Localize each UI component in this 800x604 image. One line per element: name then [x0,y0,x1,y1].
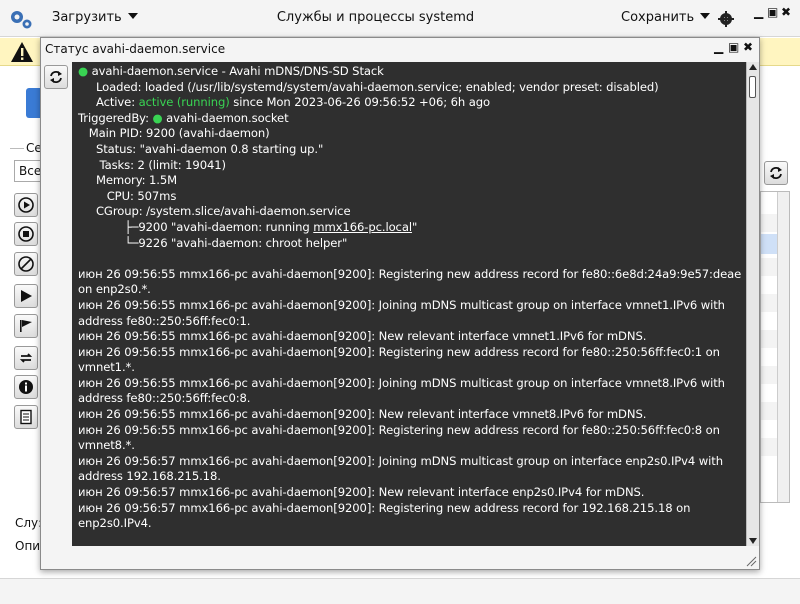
output-line: Status: "avahi-daemon 0.8 starting up." [78,142,746,158]
output-line: CPU: 507ms [78,189,746,205]
description-label: Опи [15,539,41,553]
output-segment: Main PID: 9200 (avahi-daemon) [78,126,270,141]
output-line: июн 26 09:56:57 mmx166-pc avahi-daemon[9… [78,454,746,485]
output-line: TriggeredBy: ● avahi-daemon.socket [78,111,746,127]
output-segment: CGroup: /system.slice/avahi-daemon.servi… [78,204,351,219]
output-line: CGroup: /system.slice/avahi-daemon.servi… [78,204,746,220]
output-segment: ● [78,64,92,78]
refresh-list-button[interactable] [764,161,788,185]
disable-button[interactable] [14,252,38,276]
output-segment: mmx166-pc.local [313,219,412,234]
output-segment: CPU: 507ms [78,188,177,203]
document-icon [20,409,32,425]
output-line: июн 26 09:56:55 mmx166-pc avahi-daemon[9… [78,267,746,298]
gear-icon[interactable] [716,10,736,28]
output-line: июн 26 09:56:57 mmx166-pc avahi-daemon[9… [78,485,746,501]
enable-button[interactable] [14,284,38,308]
output-line: Loaded: loaded (/usr/lib/systemd/system/… [78,80,746,96]
resize-grip-icon[interactable] [745,555,757,567]
info-button[interactable] [14,375,38,399]
output-line: ├─9200 "avahi-daemon: running mmx166-pc.… [78,220,746,236]
output-segment: active (running) [138,95,230,110]
status-dialog: Статус avahi-daemon.service ▁ ▣ ✖ ● avah… [40,37,760,570]
output-segment: avahi-daemon.socket [166,110,289,125]
output-segment: Active: [78,95,139,110]
disable-icon [18,256,34,272]
mask-button[interactable] [14,314,38,338]
dialog-title: Статус avahi-daemon.service [45,42,226,56]
scroll-down-icon[interactable] [749,538,757,544]
output-segment: июн 26 09:56:57 mmx166-pc avahi-daemon[9… [78,485,645,500]
flag-icon [20,320,32,332]
play-icon [21,290,32,302]
output-line: июн 26 09:56:55 mmx166-pc avahi-daemon[9… [78,407,746,423]
output-segment: июн 26 09:56:57 mmx166-pc avahi-daemon[9… [78,453,727,484]
restart-button[interactable] [14,346,38,370]
output-segment: июн 26 09:56:55 mmx166-pc avahi-daemon[9… [78,344,724,375]
service-label: Слу: [15,516,43,530]
output-line: Active: active (running) since Mon 2023-… [78,95,746,111]
output-segment: июн 26 09:56:55 mmx166-pc avahi-daemon[9… [78,329,647,344]
dialog-refresh-button[interactable] [44,65,68,89]
output-line: Main PID: 9200 (avahi-daemon) [78,126,746,142]
output-segment: avahi-daemon.service - Avahi mDNS/DNS-SD… [91,64,384,78]
output-line: Memory: 1.5M [78,173,746,189]
restart-icon [19,353,33,363]
output-segment: июн 26 09:56:55 mmx166-pc avahi-daemon[9… [78,297,729,328]
output-line: июн 26 09:56:55 mmx166-pc avahi-daemon[9… [78,423,746,454]
output-scrollbar[interactable] [746,62,759,546]
close-button[interactable]: ✖ [781,5,791,19]
output-line: июн 26 09:56:55 mmx166-pc avahi-daemon[9… [78,298,746,329]
stop-icon [18,226,34,242]
log-button[interactable] [14,405,38,429]
minimize-button[interactable]: ▁ [754,5,763,19]
output-segment: июн 26 09:56:57 mmx166-pc avahi-daemon[9… [78,500,694,531]
dialog-maximize-button[interactable]: ▣ [728,40,739,54]
output-segment: ● [152,110,167,125]
main-toolbar: Загрузить Службы и процессы systemd Сохр… [0,0,800,37]
output-segment: " [411,219,418,234]
output-segment: июн 26 09:56:55 mmx166-pc avahi-daemon[9… [78,375,729,406]
output-segment: ├─9200 "avahi-daemon: running [78,219,314,234]
output-line: июн 26 09:56:55 mmx166-pc avahi-daemon[9… [78,345,746,376]
refresh-icon [770,167,782,179]
output-segment: └─9226 "avahi-daemon: chroot helper" [78,235,348,250]
output-line: └─9226 "avahi-daemon: chroot helper" [78,236,746,252]
play-circle-icon [18,197,34,213]
services-list[interactable] [760,191,790,503]
output-segment: Tasks: 2 (limit: 19041) [78,157,227,172]
output-segment: TriggeredBy: [78,110,153,125]
output-segment: июн 26 09:56:55 mmx166-pc avahi-daemon[9… [78,266,745,297]
output-line: июн 26 09:56:57 mmx166-pc avahi-daemon[9… [78,501,746,532]
output-segment: Status: "avahi-daemon 0.8 starting up." [78,141,324,156]
output-segment: июн 26 09:56:55 mmx166-pc avahi-daemon[9… [78,407,647,422]
stop-button[interactable] [14,222,38,246]
maximize-button[interactable]: ▣ [767,5,778,19]
output-segment: since Mon 2023-06-26 09:56:52 +06; 6h ag… [229,95,490,110]
warning-icon [11,42,33,62]
output-line: июн 26 09:56:55 mmx166-pc avahi-daemon[9… [78,376,746,407]
status-text: ● avahi-daemon.service - Avahi mDNS/DNS-… [78,64,746,532]
scroll-thumb[interactable] [749,76,756,98]
list-scrollbar[interactable] [777,192,789,502]
output-line: ● avahi-daemon.service - Avahi mDNS/DNS-… [78,64,746,80]
start-button[interactable] [14,193,38,217]
output-segment: Loaded: loaded (/usr/lib/systemd/system/… [78,79,659,94]
status-output[interactable]: ● avahi-daemon.service - Avahi mDNS/DNS-… [72,62,759,546]
dialog-close-button[interactable]: ✖ [743,40,753,54]
scroll-up-icon[interactable] [749,64,757,70]
chevron-down-icon [700,13,711,19]
output-segment: Memory: 1.5M [78,173,178,188]
info-icon [19,380,33,394]
save-button[interactable]: Сохранить [621,10,711,25]
dialog-minimize-button[interactable]: ▁ [714,40,723,54]
refresh-icon [50,71,62,83]
output-segment: июн 26 09:56:55 mmx166-pc avahi-daemon[9… [78,422,724,453]
output-line: Tasks: 2 (limit: 19041) [78,158,746,174]
status-bar [0,578,800,604]
output-line: июн 26 09:56:55 mmx166-pc avahi-daemon[9… [78,329,746,345]
